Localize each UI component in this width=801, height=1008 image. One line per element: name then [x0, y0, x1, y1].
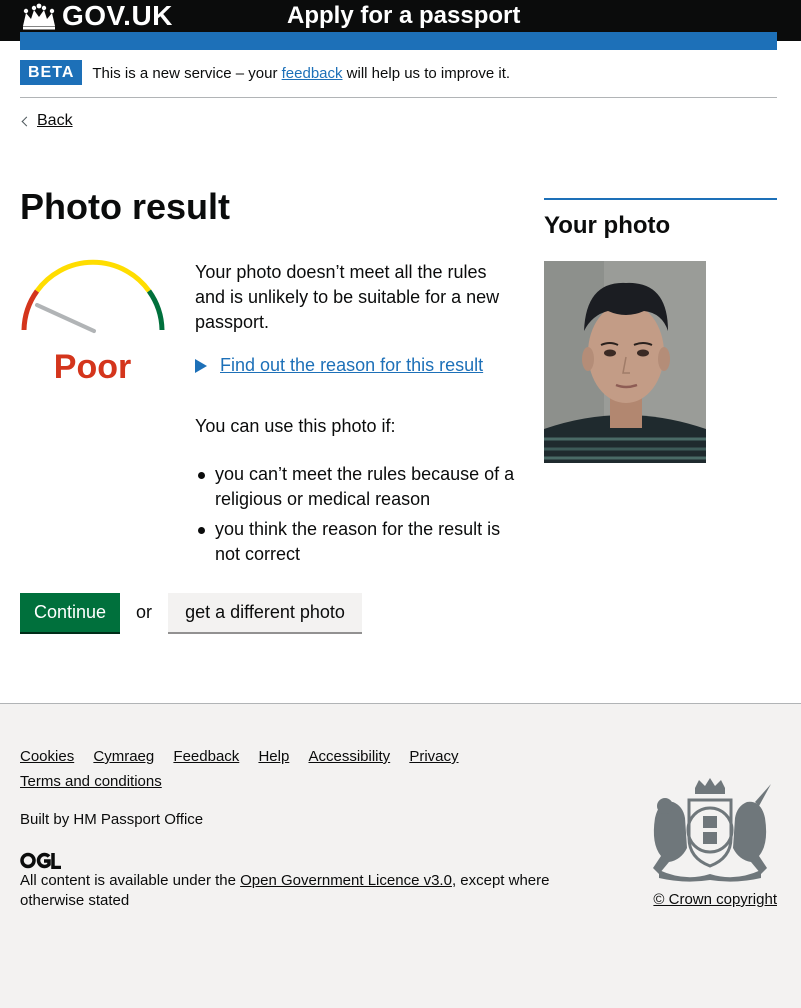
- phase-banner: BETA This is a new service – your feedba…: [20, 60, 777, 98]
- phase-text-after: will help us to improve it.: [342, 65, 511, 82]
- chevron-left-icon: [21, 116, 32, 126]
- footer-links: Cookies Cymraeg Feedback Help Accessibil…: [20, 744, 540, 794]
- royal-coat-of-arms-icon: [653, 778, 771, 882]
- use-photo-list: you can’t meet the rules because of a re…: [195, 462, 515, 572]
- triangle-right-icon: [195, 358, 207, 373]
- list-item: you think the reason for the result is n…: [195, 517, 515, 567]
- passport-photo-image: [544, 261, 706, 463]
- phase-text-before: This is a new service – your: [92, 65, 282, 82]
- use-photo-intro: You can use this photo if:: [195, 416, 396, 436]
- continue-button[interactable]: Continue: [20, 593, 120, 632]
- or-text: or: [136, 602, 153, 622]
- reason-details-summary[interactable]: Find out the reason for this result: [220, 355, 483, 376]
- phase-banner-text: This is a new service – your feedback wi…: [92, 65, 510, 82]
- footer-link-accessibility[interactable]: Accessibility: [308, 744, 390, 769]
- result-description: Your photo doesn’t meet all the rules an…: [195, 262, 500, 332]
- footer-link-feedback[interactable]: Feedback: [173, 744, 239, 769]
- crown-icon: [23, 3, 55, 30]
- back-link-label: Back: [37, 112, 73, 129]
- your-photo-panel: Your photo: [544, 198, 777, 240]
- crown-copyright-link[interactable]: © Crown copyright: [645, 891, 777, 908]
- site-footer: Cookies Cymraeg Feedback Help Accessibil…: [0, 703, 801, 1008]
- ogl-licence-link[interactable]: Open Government Licence v3.0: [240, 872, 452, 889]
- ogl-logo-icon: [20, 852, 61, 869]
- govuk-logo-text: GOV.UK: [62, 0, 173, 31]
- govuk-logo[interactable]: GOV.UK: [20, 0, 173, 32]
- get-different-photo-button[interactable]: get a different photo: [168, 593, 362, 632]
- rating-label: Poor: [53, 348, 132, 386]
- built-by-text: Built by HM Passport Office: [20, 811, 204, 828]
- licence-text: All content is available under the Open …: [20, 871, 590, 911]
- rating-gauge-icon: [21, 259, 165, 333]
- footer-link-cymraeg[interactable]: Cymraeg: [93, 744, 154, 769]
- passport-photo: [544, 261, 706, 463]
- header-blue-bar: [20, 32, 777, 50]
- service-name[interactable]: Apply for a passport: [287, 2, 520, 30]
- footer-link-privacy[interactable]: Privacy: [409, 744, 458, 769]
- back-link[interactable]: Back: [20, 112, 73, 130]
- reason-details[interactable]: Find out the reason for this result: [195, 355, 483, 376]
- footer-link-help[interactable]: Help: [258, 744, 289, 769]
- list-item: you can’t meet the rules because of a re…: [195, 462, 515, 512]
- page-title: Photo result: [20, 186, 231, 227]
- footer-link-terms[interactable]: Terms and conditions: [20, 769, 162, 794]
- licence-text-before: All content is available under the: [20, 872, 241, 889]
- feedback-link[interactable]: feedback: [282, 65, 343, 82]
- your-photo-heading: Your photo: [544, 212, 671, 239]
- beta-tag: BETA: [20, 60, 83, 85]
- footer-link-cookies[interactable]: Cookies: [20, 744, 74, 769]
